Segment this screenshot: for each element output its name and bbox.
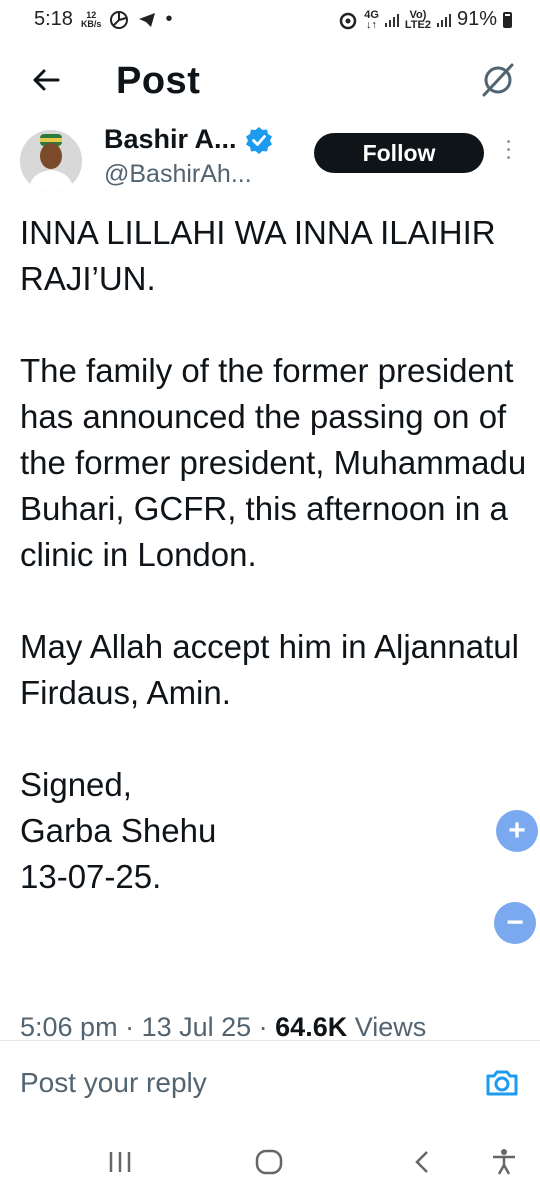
zoom-in-button[interactable]: + [496,810,538,852]
follow-button[interactable]: Follow [314,133,484,173]
network-4g: 4G [364,8,379,21]
signature-line-2: Garba Shehu [20,812,217,849]
author-handle[interactable]: @BashirAh... [104,160,252,189]
author-name-row[interactable]: Bashir A... [104,124,273,155]
telegram-icon [139,12,156,27]
alarm-icon [339,12,357,29]
post-text: INNA LILLAHI WA INNA ILAIHIR RAJI’UN. Th… [20,210,530,900]
arrow-left-icon[interactable] [26,60,66,100]
verified-badge-icon [245,126,272,154]
status-bar: 5:18 12 KB/s • 4G ↓↑ Vo) LTE2 91% [0,0,540,40]
post-paragraph-1: INNA LILLAHI WA INNA ILAIHIR RAJI’UN. [20,214,496,297]
zoom-out-button[interactable]: − [494,902,536,944]
signal-icon-2 [436,13,451,27]
more-options-icon[interactable] [498,140,518,168]
volte-indicator: Vo) LTE2 [404,9,431,31]
reply-bar: Post your reply [0,1040,540,1131]
page-title: Post [116,60,201,102]
speed-unit: KB/s [80,18,102,29]
post-paragraph-2: The family of the former president has a… [20,352,527,573]
header: Post [0,40,540,120]
recent-apps-icon[interactable] [106,1148,134,1181]
post-date: 13 Jul 25 [141,1012,252,1042]
signature-line-3: 13-07-25. [20,858,162,895]
post-time: 5:06 pm [20,1012,118,1042]
meta-separator: · [117,1012,142,1042]
avatar-image [20,130,82,192]
system-navigation-bar [0,1130,540,1200]
lte-bottom: LTE2 [404,18,431,31]
network-speed: 12 KB/s [80,10,102,29]
network-type: 4G ↓↑ [364,8,379,31]
author-row: Bashir A... @BashirAh... Follow [0,120,540,200]
home-icon[interactable] [254,1148,284,1181]
post-paragraph-3: May Allah accept him in Aljannatul Firda… [20,628,519,711]
signature-line-1: Signed, [20,766,132,803]
signal-icon [384,13,399,27]
meta-separator-2: · [251,1012,276,1042]
battery-icon [503,11,512,28]
accessibility-icon[interactable] [490,1148,518,1181]
views-label: Views [354,1012,427,1042]
avatar[interactable] [20,130,82,192]
battery-percent: 91% [456,8,497,30]
author-name[interactable]: Bashir A... [104,124,237,155]
pinwheel-icon [110,10,129,29]
status-time: 5:18 [34,8,73,30]
notification-dot: • [165,8,173,30]
camera-icon[interactable] [482,1063,522,1103]
post-signature: Signed, Garba Shehu 13-07-25. [20,762,530,900]
nav-back-icon[interactable] [408,1148,436,1181]
views-count[interactable]: 64.6K [275,1012,347,1042]
reply-input[interactable]: Post your reply [20,1067,207,1099]
grok-icon[interactable] [478,60,518,100]
